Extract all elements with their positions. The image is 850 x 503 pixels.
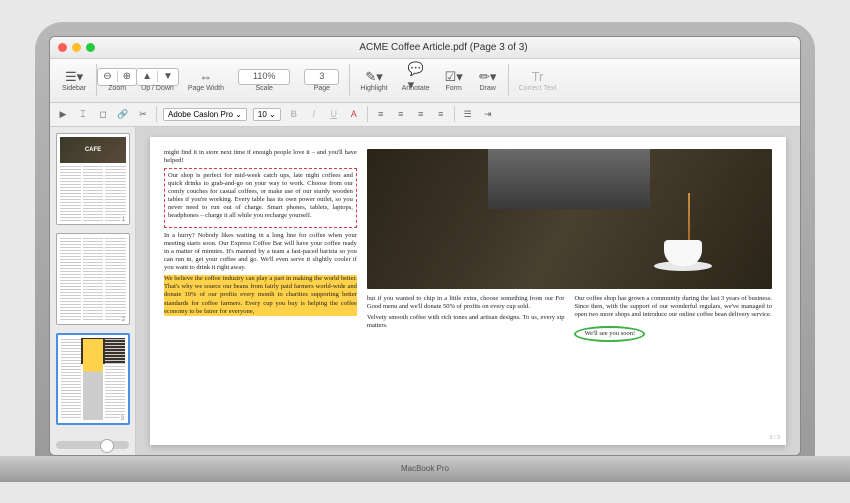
font-size-select[interactable]: 10 ⌄ — [253, 108, 281, 121]
underline-button[interactable]: U — [327, 107, 341, 121]
body-text: but if you wanted to chip in a little ex… — [367, 295, 565, 311]
body-text: Velvety smooth coffee with rich tones an… — [367, 314, 565, 330]
minimize-window-button[interactable] — [72, 43, 81, 52]
column-1: might find it in store next time if enou… — [164, 149, 357, 433]
page-3: might find it in store next time if enou… — [150, 137, 786, 445]
page-thumbnail-1[interactable]: CAFE 1 — [56, 133, 130, 225]
page-width-button[interactable]: ⇔Page Width — [182, 67, 230, 94]
sidebar-toggle-button[interactable]: ☰▾Sidebar — [56, 67, 92, 94]
italic-button[interactable]: I — [307, 107, 321, 121]
document-viewport[interactable]: might find it in store next time if enou… — [136, 127, 800, 455]
link-tool-icon[interactable]: 🔗 — [116, 107, 130, 121]
column-3: Our coffee shop has grown a community du… — [574, 295, 772, 433]
align-center-button[interactable]: ≡ — [394, 107, 408, 121]
text-color-button[interactable]: A — [347, 107, 361, 121]
body-text: In a hurry? Nobody likes waiting in a lo… — [164, 232, 357, 273]
document-title: ACME Coffee Article.pdf (Page 3 of 3) — [95, 42, 792, 53]
bold-button[interactable]: B — [287, 107, 301, 121]
correct-text-button[interactable]: TrCorrect Text — [513, 67, 563, 94]
form-button[interactable]: ☑▾Form — [438, 67, 470, 94]
window-titlebar: ACME Coffee Article.pdf (Page 3 of 3) — [50, 37, 800, 59]
thumbnail-sidebar: CAFE 1 2 3 — [50, 127, 136, 455]
marquee-tool-icon[interactable]: ◻ — [96, 107, 110, 121]
green-circle-annotation[interactable]: We'll see you soon! — [574, 326, 645, 342]
column-2: but if you wanted to chip in a little ex… — [367, 295, 565, 433]
body-text: Our coffee shop has grown a community du… — [574, 295, 772, 319]
indent-button[interactable]: ⇥ — [481, 107, 495, 121]
page-thumbnail-3[interactable]: 3 — [56, 333, 130, 425]
highlight-button[interactable]: ✎▾Highlight — [354, 67, 393, 94]
scale-input[interactable]: 110%Scale — [232, 67, 296, 94]
font-select[interactable]: Adobe Caslon Pro ⌄ — [163, 108, 247, 121]
page-number-label: 3 / 3 — [769, 435, 780, 443]
page-thumbnail-2[interactable]: 2 — [56, 233, 130, 325]
crop-tool-icon[interactable]: ✂ — [136, 107, 150, 121]
highlighted-text[interactable]: We believe the coffee industry can play … — [164, 275, 357, 316]
body-text: might find it in store next time if enou… — [164, 149, 357, 165]
edit-toolbar: ▶ ⌶ ◻ 🔗 ✂ Adobe Caslon Pro ⌄ 10 ⌄ B I U … — [50, 103, 800, 127]
maximize-window-button[interactable] — [86, 43, 95, 52]
main-toolbar: ☰▾Sidebar ⊖⊕Zoom ▲▼Up / Down ⇔Page Width… — [50, 59, 800, 103]
page-input[interactable]: 3Page — [298, 67, 345, 94]
page-nav-controls[interactable]: ▲▼Up / Down — [135, 67, 180, 94]
body-text: Our shop is perfect for mid-week catch u… — [168, 172, 353, 221]
annotate-button[interactable]: 💬▾Annotate — [396, 67, 436, 94]
pointer-tool-icon[interactable]: ▶ — [56, 107, 70, 121]
thumbnail-zoom-slider[interactable] — [56, 441, 129, 449]
text-select-tool-icon[interactable]: ⌶ — [76, 107, 90, 121]
align-left-button[interactable]: ≡ — [374, 107, 388, 121]
laptop-base: MacBook Pro — [0, 456, 850, 482]
list-button[interactable]: ☰ — [461, 107, 475, 121]
close-window-button[interactable] — [58, 43, 67, 52]
hero-image-espresso — [367, 149, 772, 289]
draw-button[interactable]: ✏▾Draw — [472, 67, 504, 94]
zoom-controls[interactable]: ⊖⊕Zoom — [101, 67, 133, 94]
align-right-button[interactable]: ≡ — [414, 107, 428, 121]
red-dashed-annotation[interactable]: Our shop is perfect for mid-week catch u… — [164, 168, 357, 228]
align-justify-button[interactable]: ≡ — [434, 107, 448, 121]
